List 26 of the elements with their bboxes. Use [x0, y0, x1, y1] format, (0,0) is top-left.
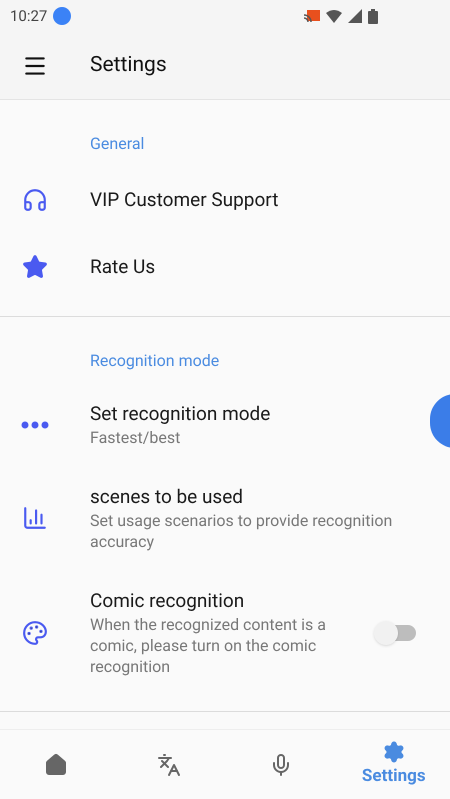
home-icon — [44, 752, 68, 776]
section-header: General — [90, 134, 144, 153]
palette-icon — [22, 620, 48, 646]
settings-icon — [382, 740, 406, 764]
item-title: Comic recognition — [90, 588, 246, 614]
star-icon — [22, 254, 48, 280]
section-header: Recognition mode — [90, 351, 220, 370]
item-summary: Set usage scenarios to provide recognition accuracy — [90, 510, 394, 552]
item-title: Rate Us — [90, 254, 156, 280]
item-title: scenes to be used — [90, 484, 244, 510]
more-icon — [21, 420, 49, 428]
status-time: 10:27 — [10, 6, 48, 27]
signal-icon — [348, 9, 362, 23]
item-summary: When the recognized content is a comic, please turn on the comic recognition — [90, 614, 327, 677]
item-title: VIP Customer Support — [90, 186, 280, 212]
nav-tab[interactable]: Settings — [338, 730, 450, 799]
translate-icon — [156, 752, 181, 776]
item-summary: Fastest/best — [90, 427, 182, 448]
wifi-icon — [326, 10, 342, 22]
item-title: Set recognition mode — [90, 401, 272, 427]
chart-icon — [22, 505, 48, 531]
headphones-icon — [22, 186, 48, 212]
app-notification-icon — [53, 7, 72, 25]
toolbar-title: Settings — [90, 52, 167, 79]
cast-icon — [304, 9, 320, 23]
battery-icon — [368, 8, 378, 24]
